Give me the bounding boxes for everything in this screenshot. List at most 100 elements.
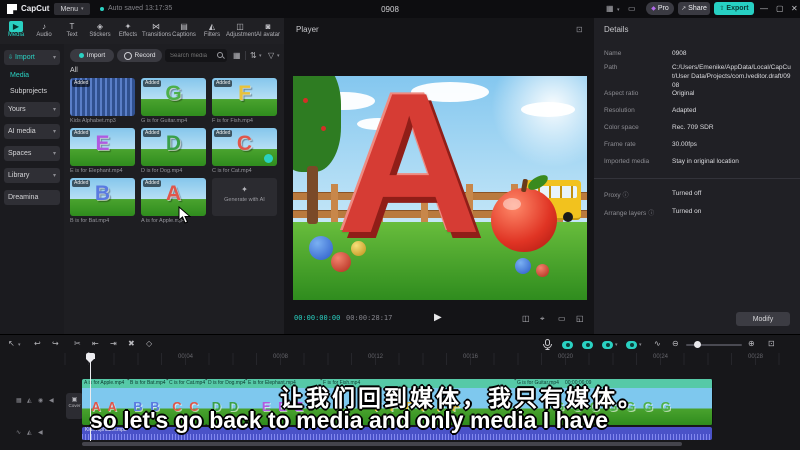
zoom-slider-handle[interactable]: [694, 341, 701, 348]
timeline-scrollbar[interactable]: [82, 442, 682, 446]
detail-label: Frame rate: [604, 141, 636, 148]
media-thumbnail: Added: [70, 78, 135, 116]
linked-chevron-icon[interactable]: ▾: [615, 342, 618, 348]
media-item-kids-alphabet[interactable]: Added Kids Alphabet.mp3: [70, 78, 135, 124]
fullscreen-icon[interactable]: ◱: [576, 314, 584, 323]
menu-button[interactable]: Menu ▾: [54, 3, 90, 15]
media-item-e-elephant[interactable]: Added E E is for Elephant.mp4: [70, 128, 135, 174]
tracking-icon[interactable]: ⌖: [540, 314, 545, 324]
preview-axis-icon[interactable]: [626, 341, 637, 349]
media-item-name: C is for Cat.mp4: [212, 168, 252, 174]
record-button[interactable]: Record: [117, 49, 162, 62]
media-item-c-cat[interactable]: Added C C is for Cat.mp4: [212, 128, 277, 174]
media-filter-all[interactable]: All: [70, 67, 78, 74]
tab-transitions[interactable]: ⋈ Transitions: [142, 18, 171, 44]
sidebar-item-dreamina[interactable]: Dreamina: [4, 190, 60, 205]
fit-timeline-icon[interactable]: ⊡: [768, 339, 775, 349]
record-voiceover-icon[interactable]: [543, 339, 552, 350]
zoom-slider[interactable]: [686, 341, 742, 348]
tab-text[interactable]: T Text: [58, 18, 86, 44]
tab-stickers[interactable]: ◈ Stickers: [86, 18, 114, 44]
layout-chevron-icon[interactable]: ▾: [617, 7, 620, 13]
tab-filters[interactable]: ◭ Filters: [198, 18, 226, 44]
linked-icon[interactable]: [602, 341, 613, 349]
ruler-label: 00:04: [178, 354, 194, 360]
export-button[interactable]: ⇧ Export: [714, 2, 754, 15]
media-item-g-guitar[interactable]: Added G G is for Guitar.mp4: [141, 78, 206, 124]
media-item-name: D is for Dog.mp4: [141, 168, 183, 174]
grid-view-icon[interactable]: ▦: [233, 51, 241, 61]
delete-icon[interactable]: ✖: [128, 339, 135, 349]
sidebar-item-library[interactable]: Library ▾: [4, 168, 60, 183]
delete-right-icon[interactable]: ⇥: [110, 339, 117, 349]
player-options-icon[interactable]: ⊡: [576, 25, 583, 34]
ratio-icon[interactable]: ▭: [558, 314, 566, 323]
search-input[interactable]: [168, 51, 217, 60]
mute-track-icon[interactable]: ◀: [38, 429, 43, 436]
audio-track-options-icon[interactable]: ∿: [16, 429, 21, 436]
media-item-b-bat[interactable]: Added B B is for Bat.mp4: [70, 178, 135, 224]
media-item-f-fish[interactable]: Added F F is for Fish.mp4: [212, 78, 277, 124]
sidebar-item-spaces[interactable]: Spaces ▾: [4, 146, 60, 161]
close-button[interactable]: ✕: [791, 4, 798, 13]
pro-button[interactable]: ◆ Pro: [646, 2, 674, 15]
mute-track-icon[interactable]: ◀: [49, 397, 54, 404]
tab-effects[interactable]: ✦ Effects: [114, 18, 142, 44]
filter-icon[interactable]: ▽: [268, 51, 274, 61]
details-divider: [594, 178, 800, 179]
select-tool-chevron-icon[interactable]: ▾: [18, 342, 21, 348]
tab-adjustment[interactable]: ◫ Adjustment: [226, 18, 256, 44]
minimize-button[interactable]: —: [760, 4, 768, 13]
media-item-d-dog[interactable]: Added D D is for Dog.mp4: [141, 128, 206, 174]
keyframe-icon[interactable]: ◇: [146, 339, 152, 349]
magnetic-snap-icon[interactable]: [562, 341, 573, 349]
undo-icon[interactable]: ↩: [34, 339, 41, 349]
import-button[interactable]: Import: [70, 49, 114, 62]
maximize-button[interactable]: ▢: [776, 4, 784, 13]
info-icon[interactable]: ⓘ: [623, 193, 629, 199]
zoom-in-icon[interactable]: ⊕: [748, 339, 755, 349]
auto-ripple-icon[interactable]: [582, 341, 593, 349]
preview-axis-chevron-icon[interactable]: ▾: [639, 342, 642, 348]
tab-media[interactable]: ▶ Media: [2, 18, 30, 44]
lock-icon[interactable]: ◭: [27, 397, 32, 404]
sort-icon[interactable]: ⇅: [250, 51, 257, 61]
search-box[interactable]: [165, 49, 227, 62]
cover-button[interactable]: ▣ Cover: [66, 393, 83, 419]
layout-icon[interactable]: ▦: [606, 4, 614, 13]
menu-label: Menu: [60, 5, 78, 13]
sidebar-item-media[interactable]: Media: [10, 72, 29, 79]
sidebar-item-subprojects[interactable]: Subprojects: [10, 88, 47, 95]
panels-icon[interactable]: ▭: [628, 4, 636, 13]
media-item-name: B is for Bat.mp4: [70, 218, 110, 224]
info-icon[interactable]: ⓘ: [648, 211, 654, 217]
sidebar-item-ai-media[interactable]: AI media ▾: [4, 124, 60, 139]
snapshot-icon[interactable]: ◫: [522, 314, 530, 323]
select-tool-icon[interactable]: ↖: [8, 339, 15, 349]
share-button[interactable]: ↗ Share: [678, 2, 710, 15]
sidebar-item-import[interactable]: ⇩ Import ▾: [4, 50, 60, 65]
modify-button[interactable]: Modify: [736, 312, 790, 326]
sidebar-item-yours[interactable]: Yours ▾: [4, 102, 60, 117]
autosave-dot: [100, 7, 104, 11]
zoom-out-icon[interactable]: ⊖: [672, 339, 679, 349]
filter-chevron-icon[interactable]: ▾: [277, 53, 280, 59]
clip-name: D is for Dog.mp4: [206, 379, 246, 388]
tab-ai-avatar[interactable]: ◙ AI avatar: [254, 18, 282, 44]
graph-icon[interactable]: ∿: [654, 339, 661, 349]
sort-chevron-icon[interactable]: ▾: [259, 53, 262, 59]
tab-audio[interactable]: ♪ Audio: [30, 18, 58, 44]
lock-icon[interactable]: ◭: [27, 429, 32, 436]
track-options-icon[interactable]: ▦: [16, 397, 22, 404]
tab-captions[interactable]: ▤ Captions: [170, 18, 198, 44]
timeline-ruler[interactable]: [62, 353, 800, 365]
redo-icon[interactable]: ↪: [52, 339, 59, 349]
generate-with-ai-tile[interactable]: ✦ Generate with AI: [212, 178, 277, 216]
media-item-name: Kids Alphabet.mp3: [70, 118, 116, 124]
chevron-down-icon: ▾: [52, 129, 56, 135]
split-icon[interactable]: ✂: [74, 339, 81, 349]
play-button[interactable]: ▶: [434, 312, 442, 323]
hide-track-icon[interactable]: ◉: [38, 397, 43, 404]
delete-left-icon[interactable]: ⇤: [92, 339, 99, 349]
media-item-a-apple[interactable]: Added A A is for Apple.mp4: [141, 178, 206, 224]
